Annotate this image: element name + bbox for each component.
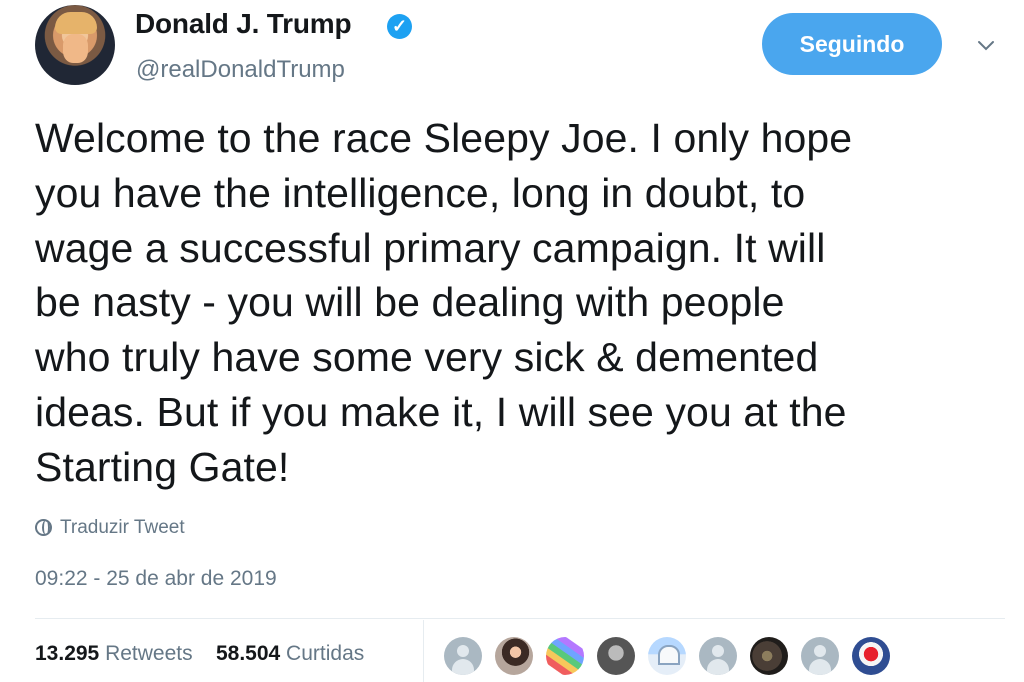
liker-avatar[interactable] <box>648 637 686 675</box>
retweet-count[interactable]: 13.295 <box>35 642 99 665</box>
stats-divider <box>423 620 424 682</box>
tweet-text: Welcome to the race Sleepy Joe. I only h… <box>35 115 853 490</box>
translate-tweet-link[interactable]: Traduzir Tweet <box>35 515 185 540</box>
liker-avatar[interactable] <box>444 637 482 675</box>
liker-avatar[interactable] <box>495 637 533 675</box>
translate-label: Traduzir Tweet <box>60 516 185 538</box>
engagement-stats: 13.295 Retweets 58.504 Curtidas <box>35 642 364 666</box>
liker-avatar[interactable] <box>699 637 737 675</box>
user-handle[interactable]: @realDonaldTrump <box>136 56 345 84</box>
chevron-down-icon[interactable] <box>976 35 996 55</box>
divider <box>35 618 1005 619</box>
tweet-timestamp[interactable]: 09:22 - 25 de abr de 2019 <box>35 567 277 591</box>
liker-avatar[interactable] <box>801 637 839 675</box>
liker-avatar[interactable] <box>597 637 635 675</box>
like-label[interactable]: Curtidas <box>286 642 364 665</box>
retweet-label[interactable]: Retweets <box>105 642 193 665</box>
liker-avatar[interactable] <box>750 637 788 675</box>
like-count[interactable]: 58.504 <box>216 642 280 665</box>
following-button[interactable]: Seguindo <box>762 13 942 75</box>
liker-avatar[interactable] <box>852 637 890 675</box>
display-name[interactable]: Donald J. Trump <box>135 8 352 40</box>
liker-avatar[interactable] <box>546 637 584 675</box>
profile-avatar[interactable] <box>35 5 115 85</box>
globe-icon <box>35 519 52 536</box>
verified-badge-icon: ✓ <box>387 14 412 39</box>
